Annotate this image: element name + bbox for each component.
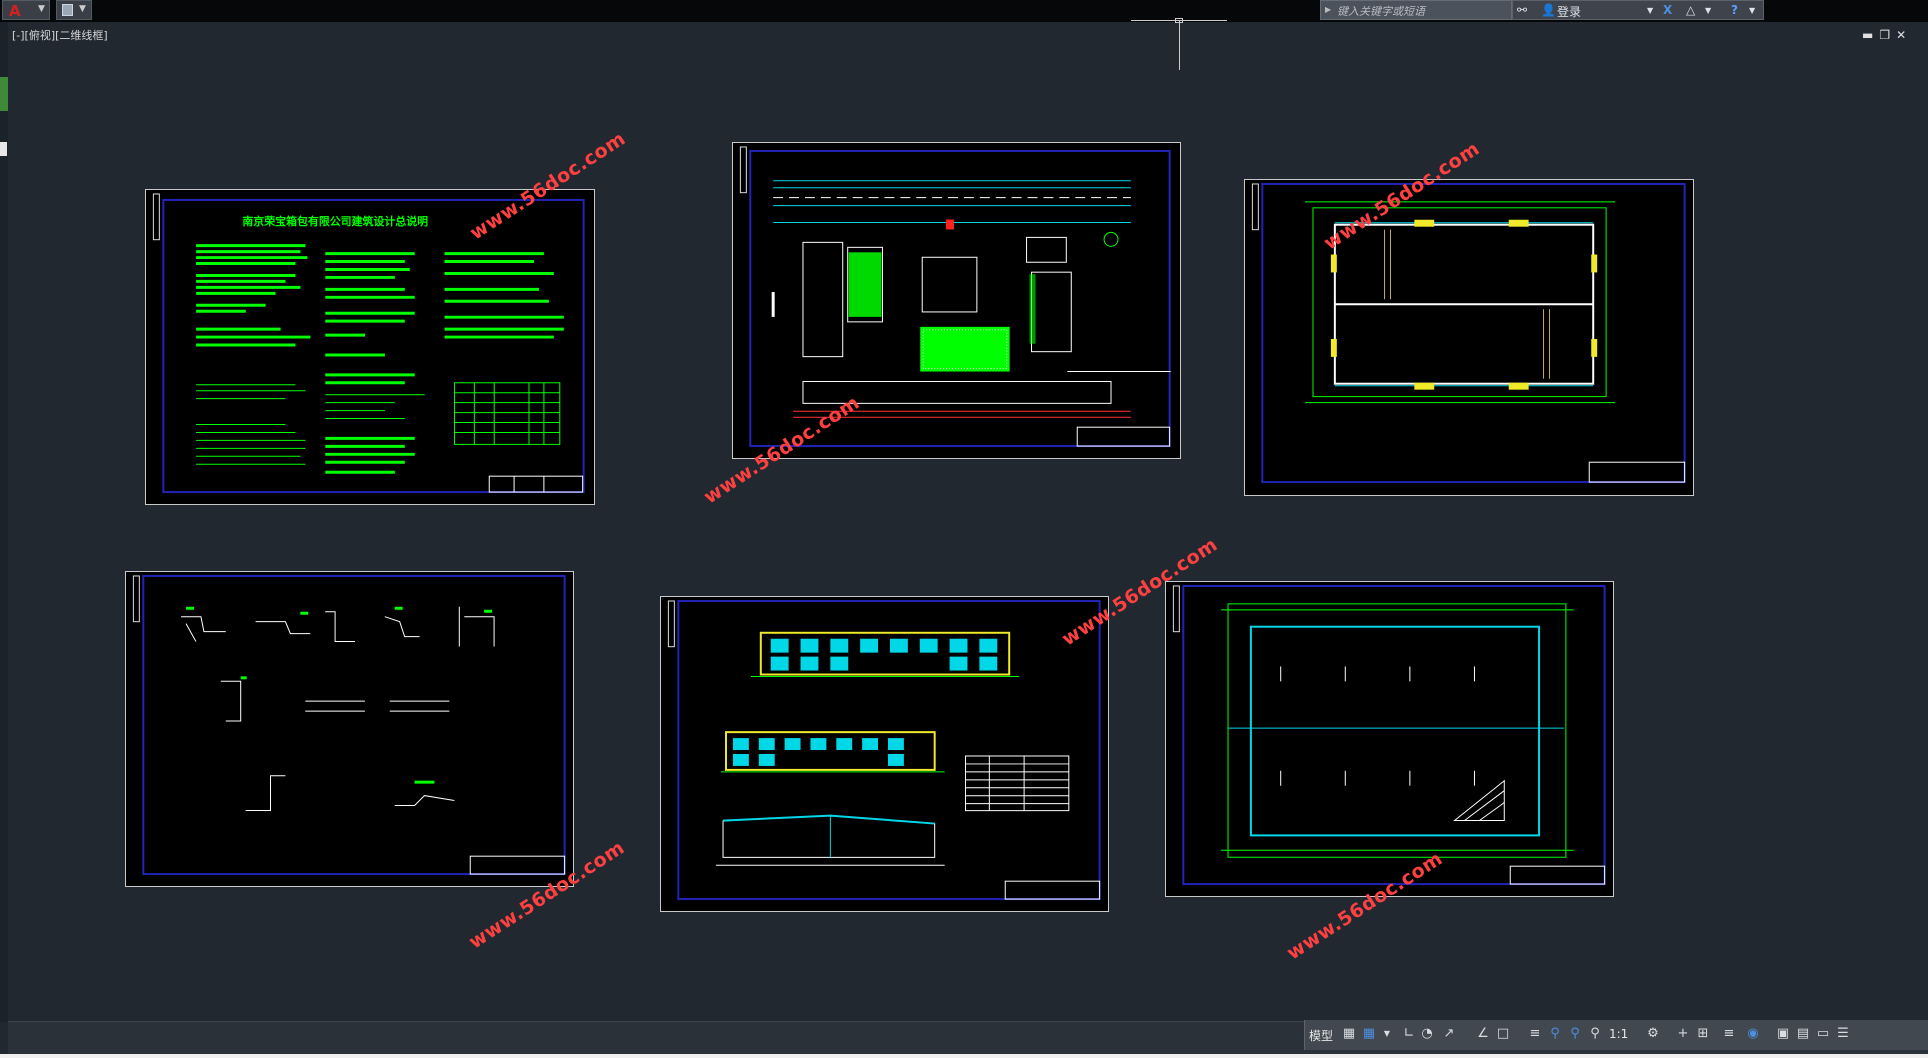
chevron-down-icon[interactable]: ▼: [79, 4, 86, 14]
isolate-objects-icon[interactable]: ◉: [1745, 1026, 1761, 1042]
left-edge-panel: [0, 22, 8, 1022]
binoculars-icon[interactable]: ⚯: [1517, 3, 1527, 17]
site-plan-drawing: [739, 146, 1171, 448]
help-icon[interactable]: ?: [1731, 3, 1738, 17]
floor-plan-drawing: [1251, 182, 1686, 484]
polar-icon[interactable]: ◔: [1419, 1026, 1435, 1042]
infocenter-toolbar: ⚯ 👤 登录 ▼ X △ ▼ ? ▼: [1512, 0, 1764, 20]
hardware-acceleration-icon[interactable]: ▣: [1775, 1026, 1791, 1042]
chevron-down-icon[interactable]: ▼: [1705, 6, 1711, 15]
osnap-icon[interactable]: □: [1495, 1026, 1511, 1042]
customization-icon[interactable]: ≡: [1721, 1026, 1737, 1042]
autocad-logo-icon: A: [9, 2, 21, 20]
drawing-sheet-roof-plan[interactable]: [1165, 581, 1614, 897]
chevron-down-icon[interactable]: ▼: [1647, 6, 1653, 15]
annotation-scale-icon[interactable]: ⚲: [1587, 1026, 1603, 1042]
crosshair-vertical: [1179, 20, 1180, 70]
search-box[interactable]: ▶: [1320, 0, 1512, 20]
isodraft-icon[interactable]: ∠: [1475, 1026, 1491, 1042]
quick-access-toolbar[interactable]: ▼: [56, 0, 92, 20]
save-icon[interactable]: [62, 4, 73, 16]
section: [716, 814, 945, 866]
panel-tab[interactable]: [0, 77, 8, 111]
roof-outline: [1228, 625, 1564, 837]
drawing-sheet-floor-plan[interactable]: [1244, 179, 1694, 496]
drawing-sheet-design-notes[interactable]: 南京荣宝箱包有限公司建筑设计总说明: [145, 189, 595, 505]
snap-icon[interactable]: ▦: [1361, 1026, 1377, 1042]
lineweight-icon[interactable]: ≡: [1527, 1026, 1543, 1042]
road-lines: [773, 180, 1131, 223]
side-elevation: [721, 731, 945, 773]
user-icon[interactable]: 👤: [1541, 3, 1556, 17]
annotation-visibility-icon[interactable]: ⚲: [1547, 1026, 1563, 1042]
drawing-sheet-elevations[interactable]: [660, 596, 1109, 912]
gear-icon[interactable]: ⚙: [1645, 1026, 1661, 1042]
sheet-title: 南京荣宝箱包有限公司建筑设计总说明: [242, 214, 428, 228]
green-text-lines: [196, 244, 564, 474]
schedule-table: [964, 755, 1070, 812]
drawing-sheet-details[interactable]: [125, 571, 574, 887]
a360-icon[interactable]: △: [1686, 3, 1695, 17]
fullscreen-icon[interactable]: ▭: [1815, 1026, 1831, 1042]
roof-slope-arrows: [1280, 666, 1505, 821]
plus-icon[interactable]: +: [1675, 1026, 1691, 1042]
scale-selector[interactable]: 1:1: [1609, 1027, 1628, 1041]
axis-grid: [1221, 603, 1574, 858]
minimize-icon[interactable]: ▬: [1862, 28, 1879, 42]
window-bottom-edge: [0, 1054, 1928, 1058]
search-input[interactable]: [1335, 2, 1509, 20]
front-elevation: [750, 631, 1020, 677]
chevron-down-icon[interactable]: ▼: [1379, 1026, 1395, 1042]
restore-icon[interactable]: ❐: [1879, 28, 1896, 42]
thin-text-lines: [196, 382, 561, 465]
model-tab[interactable]: 模型: [1309, 1027, 1333, 1044]
exchange-icon[interactable]: X: [1663, 3, 1672, 17]
login-link[interactable]: 登录: [1557, 3, 1581, 20]
design-notes-drawing: 南京荣宝箱包有限公司建筑设计总说明: [152, 193, 585, 494]
auto-scale-icon[interactable]: ⚲: [1567, 1026, 1583, 1042]
application-menu-button[interactable]: A ▼: [2, 0, 50, 20]
crosshair-pickbox: [1175, 18, 1183, 23]
clean-screen-icon[interactable]: ▤: [1795, 1026, 1811, 1042]
chevron-down-icon: ▼: [38, 4, 45, 14]
detail-labels: [186, 606, 493, 784]
title-block: [1588, 461, 1686, 483]
panel-tab[interactable]: [0, 142, 7, 156]
osnap-tracking-icon[interactable]: ↗: [1441, 1026, 1457, 1042]
units-icon[interactable]: ⊞: [1695, 1026, 1711, 1042]
close-icon[interactable]: ✕: [1896, 28, 1912, 42]
grid-icon[interactable]: ▦: [1341, 1026, 1357, 1042]
application-title-bar: A ▼ ▼ ▶ ⚯ 👤 登录 ▼ X △ ▼ ? ▼: [0, 0, 1928, 22]
elevations-drawing: [667, 599, 1101, 901]
viewport-controls-label[interactable]: [-][俯视][二维线框]: [12, 27, 108, 43]
drawing-sheet-site-plan[interactable]: [732, 142, 1181, 459]
expand-arrow-icon[interactable]: ▶: [1325, 5, 1331, 14]
menu-icon[interactable]: ☰: [1835, 1026, 1851, 1042]
chevron-down-icon[interactable]: ▼: [1749, 6, 1755, 15]
status-toolbar: 模型 ▦ ▦ ▼ ∟ ◔ ↗ ∠ □ ≡ ⚲ ⚲ ⚲ 1:1 ⚙ + ⊞ ≡ ◉…: [1304, 1020, 1928, 1050]
walls: [1333, 223, 1595, 385]
drawing-window-controls[interactable]: ▬❐✕: [1862, 28, 1912, 42]
roof-plan-drawing: [1172, 584, 1606, 886]
title-block: [488, 475, 584, 493]
detail-sketches: [181, 606, 495, 811]
details-drawing: [132, 574, 566, 876]
ortho-icon[interactable]: ∟: [1401, 1026, 1417, 1042]
